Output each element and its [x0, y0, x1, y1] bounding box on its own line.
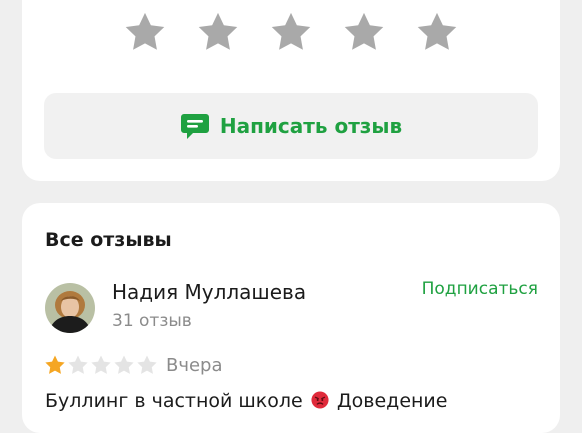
author-name[interactable]: Надия Муллашева: [112, 280, 306, 304]
avatar[interactable]: [45, 283, 95, 333]
section-title: Все отзывы: [45, 229, 172, 251]
review-date: Вчера: [166, 355, 223, 376]
review-text-start: Буллинг в частной школе: [45, 390, 303, 412]
message-icon: [180, 111, 210, 141]
review-rating: [44, 354, 158, 376]
angry-face-icon: [311, 391, 329, 409]
reviews-card: Все отзывы Надия Муллашева 31 отзыв Подп…: [22, 203, 560, 433]
rating-card: Написать отзыв: [22, 0, 560, 181]
star-filled-icon: [44, 354, 66, 376]
rate-star-5[interactable]: [415, 10, 459, 54]
rating-input: [22, 10, 560, 54]
review-text-end: Доведение: [336, 390, 448, 412]
subscribe-button[interactable]: Подписаться: [422, 279, 538, 299]
star-empty-icon: [90, 354, 112, 376]
star-empty-icon: [113, 354, 135, 376]
author-review-count: 31 отзыв: [112, 311, 192, 331]
rate-star-3[interactable]: [269, 10, 313, 54]
write-review-label: Написать отзыв: [219, 114, 403, 138]
rate-star-2[interactable]: [196, 10, 240, 54]
write-review-button[interactable]: Написать отзыв: [44, 93, 538, 159]
star-empty-icon: [136, 354, 158, 376]
review-text[interactable]: Буллинг в частной школе Доведение: [45, 390, 545, 412]
rate-star-1[interactable]: [123, 10, 167, 54]
rate-star-4[interactable]: [342, 10, 386, 54]
star-empty-icon: [67, 354, 89, 376]
